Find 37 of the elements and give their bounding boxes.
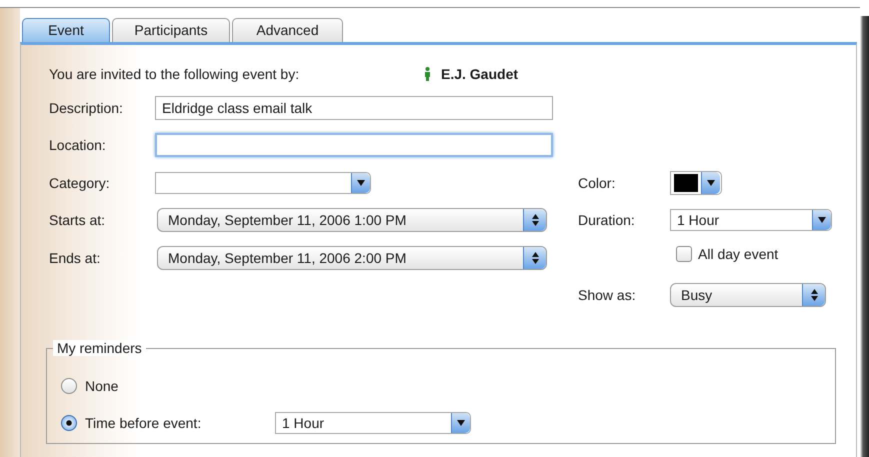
dropdown[interactable]: [155, 172, 371, 194]
field-label: Starts at:: [49, 212, 106, 228]
tab[interactable]: Participants: [112, 18, 230, 42]
dropdown[interactable]: 1 Hour: [275, 412, 471, 434]
field-label: Ends at:: [49, 250, 102, 266]
updown-arrows-icon: [532, 214, 538, 226]
radio-label: None: [85, 378, 120, 394]
popup-button[interactable]: Busy: [670, 283, 826, 308]
popup-button[interactable]: Monday, September 11, 2006 1:00 PM: [157, 208, 547, 232]
updown-arrows-icon: [810, 289, 818, 302]
radio-button[interactable]: [61, 414, 77, 430]
color-picker[interactable]: [670, 170, 722, 195]
group-title: My reminders: [53, 340, 146, 356]
field-label: Location:: [49, 137, 107, 154]
field-label: Show as:: [578, 287, 637, 304]
caret-icon: [818, 217, 826, 224]
field-label: Color:: [578, 174, 616, 191]
radio-label: Time before event:: [85, 414, 202, 430]
invite-text: You are invited to the following event by:: [49, 66, 300, 82]
organizer-name: E.J. Gaudet: [441, 66, 518, 82]
field-label: Duration:: [578, 212, 636, 228]
tab[interactable]: Event: [22, 18, 110, 42]
text-field[interactable]: [155, 133, 553, 158]
field-label: Category:: [49, 174, 111, 191]
text-field[interactable]: Eldridge class email talk: [155, 96, 553, 120]
caret-icon: [457, 420, 465, 426]
caret-icon: [707, 180, 715, 186]
tab[interactable]: Advanced: [232, 18, 343, 42]
popup-button[interactable]: Monday, September 11, 2006 2:00 PM: [157, 246, 547, 270]
updown-arrows-icon: [532, 252, 538, 264]
checkbox-label: All day event: [698, 246, 778, 262]
dropdown[interactable]: 1 Hour: [670, 209, 832, 232]
checkbox[interactable]: [676, 246, 692, 262]
radio-button[interactable]: [61, 378, 77, 394]
person-icon: [424, 67, 431, 81]
caret-icon: [357, 180, 365, 186]
field-label: Description:: [49, 100, 124, 116]
